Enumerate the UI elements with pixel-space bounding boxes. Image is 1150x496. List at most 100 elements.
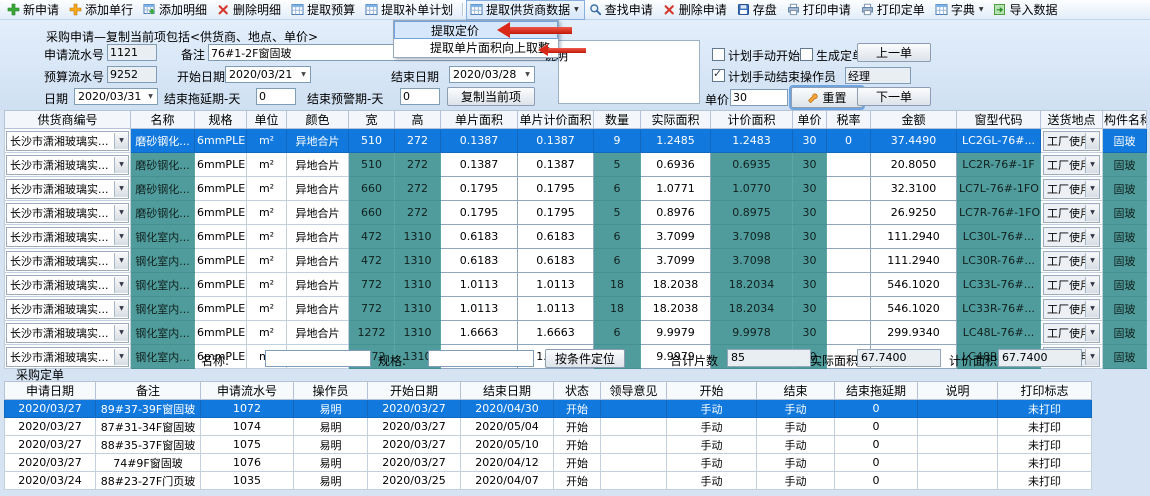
- cell[interactable]: 手动: [667, 472, 757, 490]
- cell[interactable]: 272: [395, 129, 441, 153]
- supplier-combo[interactable]: 长沙市潇湘玻璃实...▼: [5, 129, 131, 153]
- cell[interactable]: 6mmPLE...: [195, 129, 247, 153]
- cell[interactable]: 钢化室内...: [131, 297, 195, 321]
- cell[interactable]: 0: [835, 454, 918, 472]
- cell[interactable]: 0.1795: [518, 201, 594, 225]
- cell[interactable]: [827, 297, 871, 321]
- cell[interactable]: 1.2485: [641, 129, 711, 153]
- cell[interactable]: 546.1020: [871, 297, 957, 321]
- chevron-down-icon[interactable]: ▼: [1085, 253, 1099, 269]
- cell[interactable]: 20.8050: [871, 153, 957, 177]
- chevron-down-icon[interactable]: ▼: [1085, 181, 1099, 197]
- cell[interactable]: m²: [247, 129, 287, 153]
- chevron-down-icon[interactable]: ▼: [1085, 205, 1099, 221]
- cell[interactable]: 88#35-37F窗固玻: [96, 436, 201, 454]
- cell[interactable]: 30: [793, 129, 827, 153]
- cell[interactable]: LC7L-76#-1FO: [957, 177, 1041, 201]
- delivery-location-combo[interactable]: 工厂使用▼: [1041, 297, 1103, 321]
- cell[interactable]: 0: [835, 418, 918, 436]
- cell[interactable]: LC7R-76#-1FO: [957, 201, 1041, 225]
- cell[interactable]: 3.7099: [641, 225, 711, 249]
- cell[interactable]: LC30L-76#...: [957, 225, 1041, 249]
- cell[interactable]: 固玻: [1103, 321, 1147, 345]
- cell[interactable]: 钢化室内...: [131, 249, 195, 273]
- cell[interactable]: 18.2038: [641, 297, 711, 321]
- chevron-down-icon[interactable]: ▼: [1085, 301, 1099, 317]
- new-request-button[interactable]: 新申请: [3, 0, 65, 20]
- delivery-location-combo[interactable]: 工厂使用▼: [1041, 321, 1103, 345]
- cell[interactable]: 272: [395, 153, 441, 177]
- cell[interactable]: 手动: [667, 400, 757, 418]
- cell[interactable]: 0.1387: [441, 129, 518, 153]
- cell[interactable]: 6mmPLE...: [195, 297, 247, 321]
- copy-current-button[interactable]: 复制当前项: [447, 87, 535, 106]
- cell[interactable]: 2020/04/12: [461, 454, 554, 472]
- supplier-combo[interactable]: 长沙市潇湘玻璃实...▼: [5, 273, 131, 297]
- delivery-location-combo[interactable]: 工厂使用▼: [1041, 273, 1103, 297]
- chevron-down-icon[interactable]: ▼: [114, 253, 128, 269]
- supplier-combo[interactable]: 长沙市潇湘玻璃实...▼: [5, 225, 131, 249]
- cell[interactable]: 未打印: [998, 454, 1092, 472]
- supplier-combo[interactable]: 长沙市潇湘玻璃实...▼: [5, 177, 131, 201]
- cell[interactable]: 660: [349, 201, 395, 225]
- cell[interactable]: LC2GL-76#...: [957, 129, 1041, 153]
- cell[interactable]: 6mmPLE...: [195, 225, 247, 249]
- cell[interactable]: 6mmPLE...: [195, 273, 247, 297]
- cell[interactable]: 手动: [667, 454, 757, 472]
- cell[interactable]: LC2R-76#-1F: [957, 153, 1041, 177]
- table-row[interactable]: 长沙市潇湘玻璃实...▼磨砂钢化...6mmPLE...m²异地合片660272…: [5, 201, 1147, 225]
- cell[interactable]: 2020/03/24: [5, 472, 96, 490]
- cell[interactable]: 772: [349, 297, 395, 321]
- unit-price-field[interactable]: [730, 89, 788, 106]
- cell[interactable]: 3.7098: [711, 249, 793, 273]
- manual-end-checkbox[interactable]: [712, 69, 725, 82]
- cell[interactable]: 固玻: [1103, 177, 1147, 201]
- cell[interactable]: [601, 418, 667, 436]
- cell[interactable]: 1.0113: [441, 297, 518, 321]
- chevron-down-icon[interactable]: ▼: [1085, 133, 1099, 149]
- cell[interactable]: 2020/03/27: [368, 454, 461, 472]
- cell[interactable]: 易明: [294, 454, 368, 472]
- supplier-combo[interactable]: 长沙市潇湘玻璃实...▼: [5, 201, 131, 225]
- cell[interactable]: 1.0771: [641, 177, 711, 201]
- reset-button[interactable]: 重置: [791, 87, 863, 108]
- cell[interactable]: 0.1387: [518, 129, 594, 153]
- cell[interactable]: 1.0113: [441, 273, 518, 297]
- cell[interactable]: 272: [395, 201, 441, 225]
- cell[interactable]: 111.2940: [871, 225, 957, 249]
- cell[interactable]: 88#23-27F门页玻: [96, 472, 201, 490]
- cell[interactable]: 2020/03/27: [368, 436, 461, 454]
- cell[interactable]: 钢化室内...: [131, 321, 195, 345]
- delete-detail-button[interactable]: 删除明细: [213, 0, 287, 20]
- manual-start-checkbox[interactable]: [712, 48, 725, 61]
- cell[interactable]: 18: [594, 297, 641, 321]
- chevron-down-icon[interactable]: ▼: [521, 71, 534, 78]
- cell[interactable]: 磨砂钢化...: [131, 201, 195, 225]
- cell[interactable]: 89#37-39F窗固玻: [96, 400, 201, 418]
- cell[interactable]: 手动: [757, 454, 835, 472]
- cell[interactable]: 固玻: [1103, 153, 1147, 177]
- cell[interactable]: 472: [349, 225, 395, 249]
- cell[interactable]: 1.2483: [711, 129, 793, 153]
- cell[interactable]: 30: [793, 201, 827, 225]
- find-request-button[interactable]: 查找申请: [585, 0, 659, 20]
- cell[interactable]: 1.0113: [518, 273, 594, 297]
- cell[interactable]: 固玻: [1103, 297, 1147, 321]
- cell[interactable]: [601, 472, 667, 490]
- cell[interactable]: 0.1387: [518, 153, 594, 177]
- import-data-button[interactable]: 导入数据: [989, 0, 1063, 20]
- dictionary-button[interactable]: 字典 ▼: [931, 0, 990, 20]
- cell[interactable]: 0.8976: [641, 201, 711, 225]
- cell[interactable]: 开始: [554, 418, 601, 436]
- cell[interactable]: 手动: [757, 400, 835, 418]
- cell[interactable]: [601, 400, 667, 418]
- delivery-location-combo[interactable]: 工厂使用▼: [1041, 201, 1103, 225]
- next-order-button[interactable]: 下一单: [857, 87, 931, 106]
- chevron-down-icon[interactable]: ▼: [114, 229, 128, 245]
- cell[interactable]: LC33R-76#...: [957, 297, 1041, 321]
- cell[interactable]: [918, 418, 998, 436]
- chevron-down-icon[interactable]: ▼: [114, 205, 128, 221]
- generate-order-checkbox[interactable]: [800, 48, 813, 61]
- cell[interactable]: 开始: [554, 454, 601, 472]
- cell[interactable]: 2020/03/25: [368, 472, 461, 490]
